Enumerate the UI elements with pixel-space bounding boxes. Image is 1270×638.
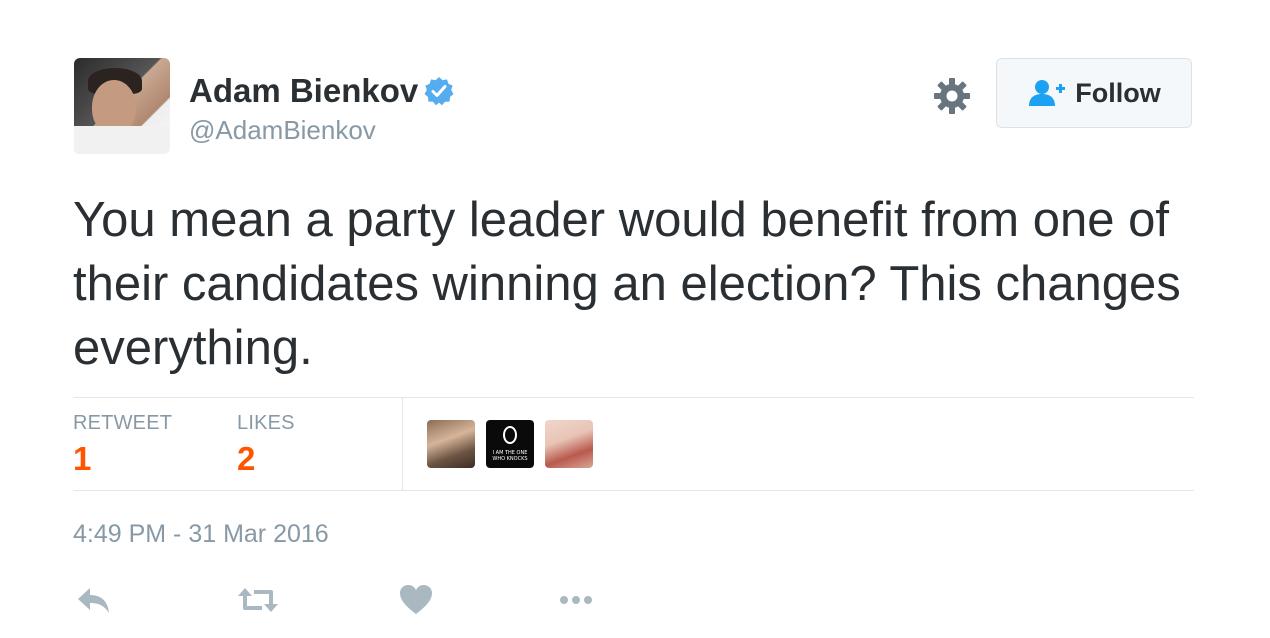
retweet-icon[interactable] — [236, 580, 278, 620]
verified-badge-icon — [424, 76, 454, 106]
tweet-text: You mean a party leader would benefit fr… — [73, 193, 1181, 375]
stats-divider — [402, 398, 403, 490]
retweet-count[interactable]: 1 — [73, 440, 91, 478]
likes-label[interactable]: LIKES — [237, 412, 295, 435]
follow-label: Follow — [1075, 77, 1161, 108]
likes-count[interactable]: 2 — [237, 440, 255, 478]
liker-avatar-caption: I AM THE ONE WHO KNOCKS — [492, 450, 528, 462]
add-user-icon — [1027, 78, 1067, 108]
gear-icon[interactable] — [932, 76, 972, 116]
liker-avatar[interactable] — [545, 420, 593, 468]
tweet-timestamp[interactable]: 4:49 PM - 31 Mar 2016 — [73, 520, 329, 549]
liker-avatar[interactable] — [427, 420, 475, 468]
user-handle[interactable]: @AdamBienkov — [189, 115, 376, 146]
divider-bottom — [73, 490, 1194, 491]
reply-icon[interactable] — [74, 580, 114, 620]
heart-icon[interactable] — [396, 580, 436, 620]
follow-button[interactable]: Follow — [996, 58, 1192, 128]
liker-avatar[interactable]: I AM THE ONE WHO KNOCKS — [486, 420, 534, 468]
retweet-label[interactable]: RETWEET — [73, 412, 172, 435]
user-name[interactable]: Adam Bienkov — [189, 72, 454, 110]
user-name-text: Adam Bienkov — [189, 72, 419, 109]
avatar[interactable] — [74, 58, 170, 154]
divider-top — [73, 397, 1194, 398]
more-icon[interactable] — [556, 580, 596, 620]
